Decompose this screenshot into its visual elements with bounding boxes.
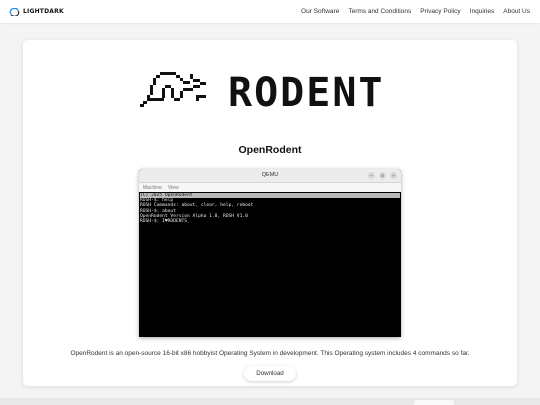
product-description: OpenRodent is an open-source 16-bit x86 … — [70, 350, 470, 357]
page-title: OpenRodent — [238, 144, 302, 156]
nav-link-our-software[interactable]: Our Software — [301, 8, 339, 15]
qemu-window-controls: – ⊙ × — [368, 172, 397, 179]
openrodent-logo: RODENT — [140, 70, 385, 112]
nav-link-privacy[interactable]: Privacy Policy — [420, 8, 460, 15]
qemu-screenshot: QEMU – ⊙ × Machine View (C) 2025 OpenRod… — [139, 169, 401, 337]
footer-tab — [414, 400, 454, 405]
qemu-menubar: Machine View — [139, 183, 401, 192]
qemu-menu-view: View — [167, 184, 179, 191]
nav-links: Our Software Terms and Conditions Privac… — [301, 8, 530, 15]
nav-link-inquiries[interactable]: Inquiries — [470, 8, 495, 15]
minimize-icon: – — [368, 172, 375, 179]
logo-wordmark: RODENT — [228, 70, 385, 112]
qemu-window-title: QEMU — [261, 172, 279, 178]
footer-bar — [0, 398, 540, 405]
brand-logo-icon — [9, 7, 20, 16]
brand-name: LIGHTDARK — [23, 8, 64, 15]
qemu-titlebar: QEMU – ⊙ × — [139, 169, 401, 183]
qemu-menu-machine: Machine — [143, 184, 162, 191]
download-button[interactable]: Download — [244, 366, 296, 381]
nav-link-terms[interactable]: Terms and Conditions — [348, 8, 411, 15]
nav-link-about[interactable]: About Us — [503, 8, 530, 15]
maximize-icon: ⊙ — [379, 172, 386, 179]
console-line: ROSH-$: I♥RODENTS_ — [140, 219, 190, 225]
close-icon: × — [390, 172, 397, 179]
qemu-console: (C) 2025 OpenRodent ROSH-$: help ROSH Co… — [139, 192, 401, 224]
top-navbar: LIGHTDARK Our Software Terms and Conditi… — [0, 0, 540, 23]
brand-logo[interactable]: LIGHTDARK — [9, 7, 64, 16]
rat-icon — [140, 72, 206, 107]
